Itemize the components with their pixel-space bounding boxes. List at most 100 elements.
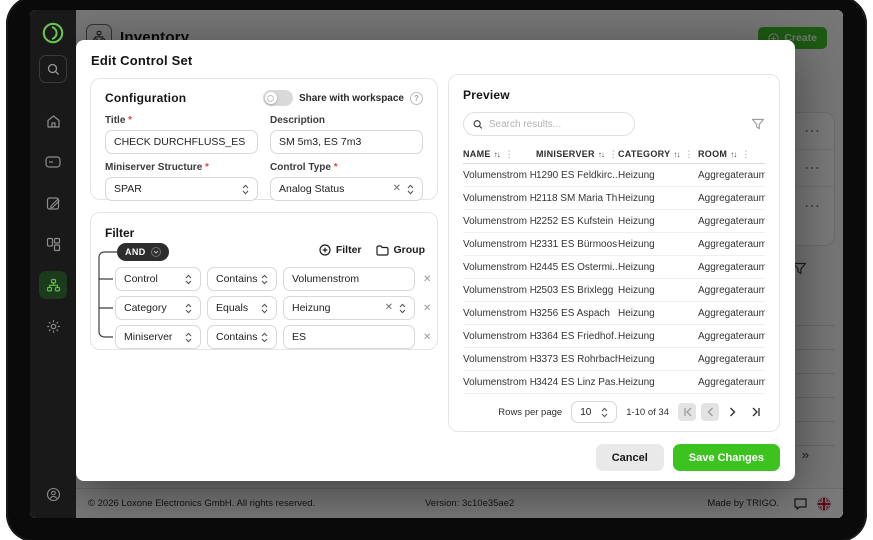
miniserver-structure-select[interactable]: SPAR xyxy=(105,177,258,201)
edit-doc-icon xyxy=(46,196,61,211)
preview-table: NAME↑↓⋮ MINISERVER↑↓⋮ CATEGORY↑↓⋮ ROOM↑↓… xyxy=(463,145,765,394)
sidebar-item-settings[interactable] xyxy=(39,312,67,340)
filter-field-select[interactable]: Control xyxy=(115,267,201,291)
table-row[interactable]: Volumenstrom H... 3256 ES Aspach Heizung… xyxy=(463,302,765,325)
chevron-updown-icon xyxy=(261,303,268,314)
clear-icon[interactable]: ✕ xyxy=(385,303,393,313)
home-icon xyxy=(46,114,61,129)
chevron-updown-icon xyxy=(185,303,192,314)
chevron-updown-icon xyxy=(185,274,192,285)
remove-filter-icon[interactable]: ✕ xyxy=(423,303,431,314)
main-area: Inventory Create ⋯ ⋯ ⋯ xyxy=(76,10,843,518)
title-field[interactable] xyxy=(105,130,258,154)
kebab-icon[interactable]: ⋮ xyxy=(741,149,750,160)
preview-section: Preview xyxy=(448,74,780,432)
table-row[interactable]: Volumenstrom H... 2445 ES Ostermi... Hei… xyxy=(463,256,765,279)
description-field[interactable] xyxy=(270,130,423,154)
kebab-icon[interactable]: ⋮ xyxy=(505,149,514,160)
chevron-updown-icon xyxy=(601,407,608,418)
column-header[interactable]: ROOM xyxy=(698,149,727,159)
rows-per-page-select[interactable]: 10 xyxy=(571,401,617,423)
share-with-workspace-toggle[interactable] xyxy=(263,90,293,106)
chevron-updown-icon xyxy=(261,332,268,343)
edit-control-set-modal: Edit Control Set Configuration Share wit… xyxy=(76,40,795,481)
filter-row: Category Equals Heizung ✕ xyxy=(115,296,431,320)
table-row[interactable]: Volumenstrom H... 3424 ES Linz Pas... He… xyxy=(463,371,765,394)
inventory-tree-icon xyxy=(46,278,61,293)
modal-title: Edit Control Set xyxy=(91,53,192,68)
search-icon xyxy=(47,63,60,76)
sidebar-item-home[interactable] xyxy=(39,107,67,135)
cancel-button[interactable]: Cancel xyxy=(596,444,664,471)
filter-row: Control Contains ✕ xyxy=(115,267,431,291)
chevron-updown-icon xyxy=(261,274,268,285)
filter-operator-select[interactable]: Contains xyxy=(207,325,277,349)
screenshot-stage: Inventory Create ⋯ ⋯ ⋯ xyxy=(0,0,873,540)
folder-icon xyxy=(376,245,389,256)
filter-field-select[interactable]: Miniserver xyxy=(115,325,201,349)
sidebar xyxy=(30,10,76,518)
column-header[interactable]: NAME xyxy=(463,149,491,159)
filter-operator-select[interactable]: Equals xyxy=(207,296,277,320)
table-row[interactable]: Volumenstrom H... 1290 ES Feldkirc... He… xyxy=(463,164,765,187)
filter-row: Miniserver Contains ✕ xyxy=(115,325,431,349)
account-icon xyxy=(46,487,61,502)
preview-table-header: NAME↑↓⋮ MINISERVER↑↓⋮ CATEGORY↑↓⋮ ROOM↑↓… xyxy=(463,145,765,164)
pagination-range: 1-10 of 34 xyxy=(626,407,669,418)
loxone-logo xyxy=(41,21,65,45)
control-type-select[interactable]: Analog Status ✕ xyxy=(270,177,423,201)
pagination: Rows per page 10 1-10 of 34 xyxy=(463,401,765,423)
add-group-button[interactable]: Group xyxy=(376,244,426,256)
chevron-updown-icon xyxy=(399,303,406,314)
save-changes-button[interactable]: Save Changes xyxy=(673,444,780,471)
column-header[interactable]: CATEGORY xyxy=(618,149,670,159)
app-window: Inventory Create ⋯ ⋯ ⋯ xyxy=(30,10,843,518)
first-page-button[interactable] xyxy=(678,403,696,421)
configuration-section: Configuration Share with workspace ? Tit… xyxy=(90,78,438,200)
miniserver-structure-label: Miniserver Structure xyxy=(105,162,202,173)
filter-value-input[interactable] xyxy=(283,325,415,349)
configuration-heading: Configuration xyxy=(105,91,186,105)
column-header[interactable]: MINISERVER xyxy=(536,149,595,159)
sidebar-item-documents[interactable] xyxy=(39,189,67,217)
table-row[interactable]: Volumenstrom H... 3364 ES Friedhof... He… xyxy=(463,325,765,348)
kebab-icon[interactable]: ⋮ xyxy=(609,149,618,160)
table-row[interactable]: Volumenstrom H... 2331 ES Bürmoos Heizun… xyxy=(463,233,765,256)
add-filter-button[interactable]: Filter xyxy=(319,244,362,256)
search-icon xyxy=(473,119,483,130)
preview-table-body: Volumenstrom H... 1290 ES Feldkirc... He… xyxy=(463,164,765,394)
remove-filter-icon[interactable]: ✕ xyxy=(423,332,431,343)
kebab-icon[interactable]: ⋮ xyxy=(684,149,693,160)
funnel-icon[interactable] xyxy=(751,118,765,131)
sidebar-item-inventory[interactable] xyxy=(39,271,67,299)
chevron-updown-icon xyxy=(185,332,192,343)
table-row[interactable]: Volumenstrom H... 3373 ES Rohrbach Heizu… xyxy=(463,348,765,371)
sort-icon: ↑↓ xyxy=(673,150,679,159)
clear-icon[interactable]: ✕ xyxy=(393,184,401,194)
filter-section: Filter AND Filter xyxy=(90,212,438,350)
filter-operator-select[interactable]: Contains xyxy=(207,267,277,291)
sidebar-search-button[interactable] xyxy=(39,55,67,83)
rows-per-page-label: Rows per page xyxy=(498,407,562,418)
title-label: Title xyxy=(105,115,125,126)
filter-value-input[interactable] xyxy=(283,267,415,291)
search-input[interactable] xyxy=(463,112,635,136)
gear-icon xyxy=(46,319,61,334)
sidebar-item-account[interactable] xyxy=(39,480,67,508)
last-page-button[interactable] xyxy=(747,403,765,421)
chevron-updown-icon xyxy=(242,184,249,195)
filter-value-select[interactable]: Heizung ✕ xyxy=(283,296,415,320)
sidebar-item-dashboard[interactable] xyxy=(39,230,67,258)
table-row[interactable]: Volumenstrom H... 2503 ES Brixlegg Heizu… xyxy=(463,279,765,302)
next-page-button[interactable] xyxy=(724,403,742,421)
previous-page-button[interactable] xyxy=(701,403,719,421)
table-row[interactable]: Volumenstrom H... 2252 ES Kufstein Heizu… xyxy=(463,210,765,233)
table-row[interactable]: Volumenstrom H... 2118 SM Maria Th... He… xyxy=(463,187,765,210)
help-icon[interactable]: ? xyxy=(410,92,423,105)
filter-field-select[interactable]: Category xyxy=(115,296,201,320)
share-label: Share with workspace xyxy=(299,93,404,104)
sidebar-item-controls[interactable] xyxy=(39,148,67,176)
remove-filter-icon[interactable]: ✕ xyxy=(423,274,431,285)
filter-operator-dropdown[interactable]: AND xyxy=(117,243,169,261)
sort-icon: ↑↓ xyxy=(494,150,500,159)
